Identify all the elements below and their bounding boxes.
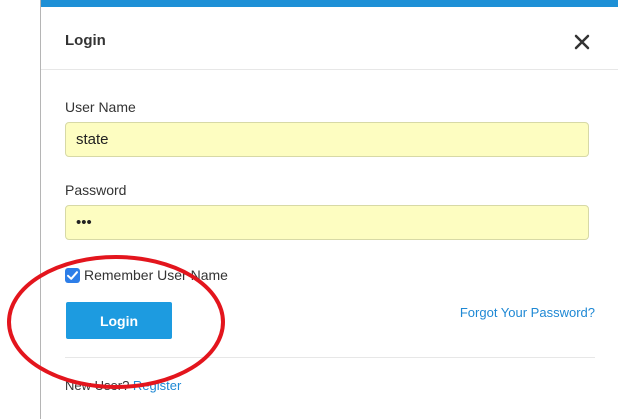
dialog-title: Login [65, 32, 106, 49]
checkbox-box[interactable] [65, 267, 80, 283]
register-link[interactable]: Register [133, 378, 181, 393]
remember-user-name-checkbox[interactable]: Remember User Name [65, 266, 228, 284]
forgot-password-link[interactable]: Forgot Your Password? [460, 305, 595, 320]
close-button[interactable] [569, 29, 595, 55]
new-user-text: New User? [65, 378, 130, 393]
footer-divider [65, 357, 595, 358]
close-icon [574, 34, 590, 50]
login-modal: Login User Name Password Remember User N… [41, 7, 618, 419]
password-label: Password [65, 182, 127, 198]
checkmark-icon [67, 270, 78, 280]
page: Login User Name Password Remember User N… [0, 0, 618, 419]
remember-user-name-label: Remember User Name [84, 267, 228, 283]
modal-header: Login [41, 7, 618, 70]
username-label: User Name [65, 99, 136, 115]
login-button[interactable]: Login [66, 302, 172, 339]
modal-top-accent-bar [40, 0, 618, 7]
new-user-footer: New User? Register [65, 378, 181, 393]
password-field[interactable] [65, 205, 589, 240]
username-field[interactable] [65, 122, 589, 157]
